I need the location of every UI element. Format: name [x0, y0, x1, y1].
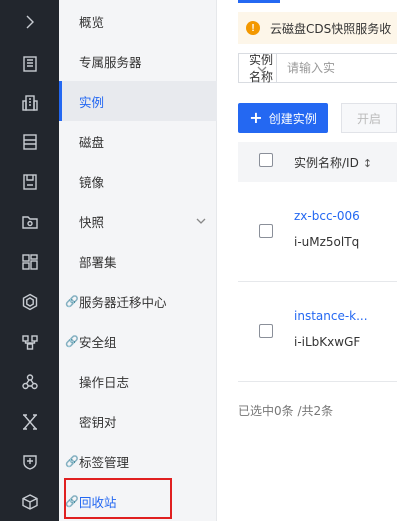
sidebar-item-label: 磁盘: [79, 134, 105, 150]
row-checkbox[interactable]: [259, 224, 273, 238]
sidebar-item-label: 部署集: [79, 254, 117, 270]
sidebar-item-overview[interactable]: 概览: [59, 1, 217, 41]
image-folder-icon[interactable]: [0, 202, 59, 242]
instance-id: i-uMz5olTq: [294, 235, 360, 249]
box-icon[interactable]: [0, 482, 59, 521]
sidebar-item-label: 密钥对: [79, 414, 117, 430]
shield-icon[interactable]: [0, 442, 59, 482]
hexagon-icon[interactable]: [0, 282, 59, 322]
chevron-down-icon: [196, 218, 206, 224]
sidebar-item-label: 专属服务器: [79, 54, 142, 70]
link-icon: 🔗: [65, 334, 79, 348]
storage-icon[interactable]: [0, 122, 59, 162]
sidebar-item-label: 服务器迁移中心: [79, 294, 167, 310]
sidebar-item-label: 概览: [79, 14, 105, 30]
sidebar-item-label: 镜像: [79, 174, 105, 190]
main-content: ! 云磁盘CDS快照服务收 实例名称 + 创建实例 开启 实例名称/ID ↕ zx…: [218, 0, 397, 521]
create-instance-label: 创建实例: [268, 111, 317, 126]
column-header-label: 实例名称/ID: [294, 156, 359, 170]
warning-icon: !: [246, 21, 260, 35]
disk-icon[interactable]: [0, 162, 59, 202]
sidebar-item-label: 标签管理: [79, 454, 130, 470]
building-icon[interactable]: [0, 83, 59, 123]
link-icon: 🔗: [65, 294, 79, 308]
notice-banner: ! 云磁盘CDS快照服务收: [238, 12, 397, 44]
sidebar-item-deployment-set[interactable]: 部署集: [59, 241, 217, 281]
selection-summary: 已选中0条 /共2条: [238, 404, 334, 418]
network-icon[interactable]: [0, 322, 59, 362]
column-header-name[interactable]: 实例名称/ID ↕: [294, 154, 372, 171]
instance-name-link[interactable]: instance-k...: [294, 309, 368, 323]
cluster-icon[interactable]: [0, 362, 59, 402]
table-row: zx-bcc-006 i-uMz5olTq: [238, 182, 397, 282]
sidebar-item-key-pairs[interactable]: 密钥对: [59, 401, 217, 441]
table-header: 实例名称/ID ↕: [238, 142, 397, 182]
chevron-down-icon: [257, 66, 267, 72]
highlight-box: [64, 478, 172, 519]
start-button[interactable]: 开启: [341, 103, 397, 133]
sidebar-item-label: 快照: [79, 214, 105, 230]
dashboard-icon[interactable]: [0, 242, 59, 282]
sidebar-item-images[interactable]: 镜像: [59, 161, 217, 201]
search-input[interactable]: [277, 54, 397, 82]
search-field-select[interactable]: 实例名称: [239, 53, 277, 84]
sidebar-item-security-group[interactable]: 🔗 安全组: [59, 321, 217, 361]
active-tab-indicator: [238, 0, 280, 3]
instance-id: i-iLbKxwGF: [294, 335, 361, 349]
sidebar-item-tag-management[interactable]: 🔗 标签管理: [59, 441, 217, 481]
instance-name-link[interactable]: zx-bcc-006: [294, 209, 360, 223]
secondary-sidebar: 概览 专属服务器 实例 磁盘 镜像 快照 部署集 🔗 服务器迁移中心 🔗 安全组…: [59, 0, 217, 521]
notice-text: 云磁盘CDS快照服务收: [270, 21, 392, 36]
chevron-right-icon[interactable]: [0, 2, 59, 42]
start-label: 开启: [356, 111, 381, 126]
plus-icon: +: [249, 107, 263, 127]
row-checkbox[interactable]: [259, 324, 273, 338]
sidebar-item-operation-log[interactable]: 操作日志: [59, 361, 217, 401]
sidebar-item-snapshots[interactable]: 快照: [59, 201, 217, 241]
sidebar-item-label: 操作日志: [79, 374, 130, 390]
sidebar-item-migration-center[interactable]: 🔗 服务器迁移中心: [59, 281, 217, 321]
sort-icon[interactable]: ↕: [363, 157, 372, 170]
server-icon[interactable]: [0, 44, 59, 84]
sidebar-item-disks[interactable]: 磁盘: [59, 121, 217, 161]
sidebar-item-label: 安全组: [79, 334, 117, 350]
icon-rail: [0, 0, 59, 521]
sidebar-item-label: 实例: [79, 94, 105, 110]
search-bar: 实例名称: [238, 53, 397, 84]
table-row: instance-k... i-iLbKxwGF: [238, 282, 397, 382]
select-all-checkbox[interactable]: [259, 153, 273, 167]
link-icon: 🔗: [65, 454, 79, 468]
create-instance-button[interactable]: + 创建实例: [238, 103, 328, 133]
sidebar-item-instances[interactable]: 实例: [59, 81, 217, 121]
x-shape-icon[interactable]: [0, 402, 59, 442]
sidebar-item-dedicated-server[interactable]: 专属服务器: [59, 41, 217, 81]
